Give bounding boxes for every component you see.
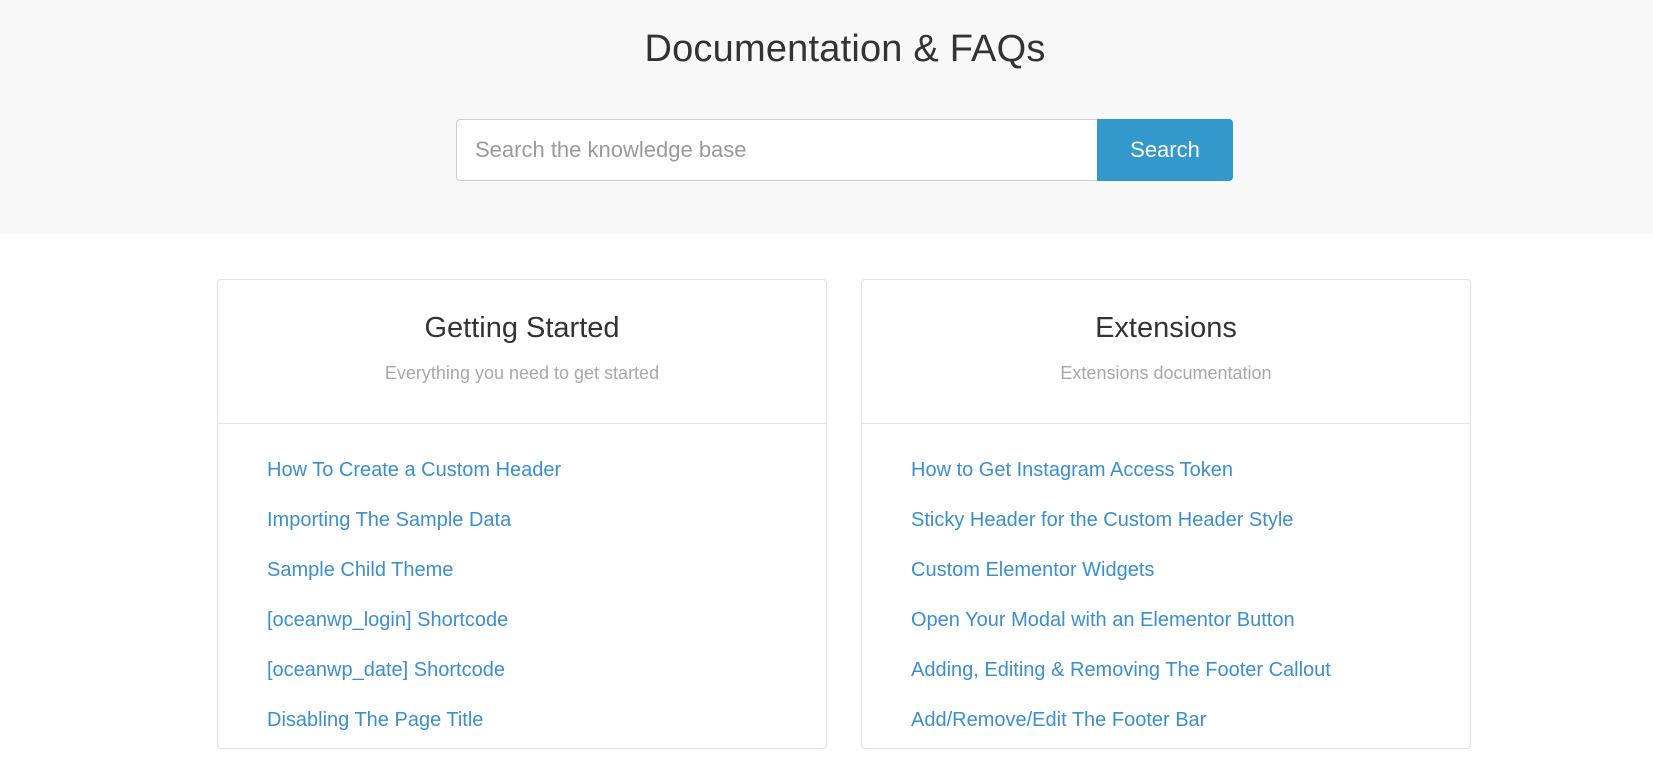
category-header: Extensions Extensions documentation <box>862 280 1470 424</box>
category-card-extensions: Extensions Extensions documentation How … <box>861 279 1471 749</box>
category-title[interactable]: Extensions <box>862 312 1470 345</box>
search-form: Search <box>456 119 1233 181</box>
category-subtitle: Everything you need to get started <box>384 363 660 383</box>
list-item: How To Create a Custom Header <box>267 458 826 508</box>
category-subtitle: Extensions documentation <box>1060 363 1272 383</box>
article-link[interactable]: Importing The Sample Data <box>267 509 511 531</box>
article-list: How To Create a Custom Header Importing … <box>218 424 826 758</box>
list-item: Open Your Modal with an Elementor Button <box>911 608 1470 658</box>
list-item: Adding, Editing & Removing The Footer Ca… <box>911 658 1470 708</box>
search-input[interactable] <box>456 119 1097 181</box>
list-item: [oceanwp_login] Shortcode <box>267 608 826 658</box>
list-item: Custom Elementor Widgets <box>911 558 1470 608</box>
hero-section: Documentation & FAQs Search <box>0 0 1653 234</box>
article-link[interactable]: [oceanwp_login] Shortcode <box>267 609 508 631</box>
article-link[interactable]: How To Create a Custom Header <box>267 459 561 481</box>
list-item: Add/Remove/Edit The Footer Bar <box>911 708 1470 758</box>
category-card-getting-started: Getting Started Everything you need to g… <box>217 279 827 749</box>
list-item: Disabling The Page Title <box>267 708 826 758</box>
article-link[interactable]: Adding, Editing & Removing The Footer Ca… <box>911 659 1331 681</box>
article-link[interactable]: [oceanwp_date] Shortcode <box>267 659 505 681</box>
article-list: How to Get Instagram Access Token Sticky… <box>862 424 1470 758</box>
search-button[interactable]: Search <box>1097 119 1233 181</box>
article-link[interactable]: Sample Child Theme <box>267 559 453 581</box>
page-title: Documentation & FAQs <box>644 28 1046 70</box>
list-item: How to Get Instagram Access Token <box>911 458 1470 508</box>
article-link[interactable]: Custom Elementor Widgets <box>911 559 1154 581</box>
article-link[interactable]: Sticky Header for the Custom Header Styl… <box>911 509 1293 531</box>
list-item: Sample Child Theme <box>267 558 826 608</box>
category-header: Getting Started Everything you need to g… <box>218 280 826 424</box>
category-title[interactable]: Getting Started <box>218 312 826 345</box>
list-item: [oceanwp_date] Shortcode <box>267 658 826 708</box>
article-link[interactable]: How to Get Instagram Access Token <box>911 459 1233 481</box>
article-link[interactable]: Open Your Modal with an Elementor Button <box>911 609 1295 631</box>
list-item: Sticky Header for the Custom Header Styl… <box>911 508 1470 558</box>
list-item: Importing The Sample Data <box>267 508 826 558</box>
